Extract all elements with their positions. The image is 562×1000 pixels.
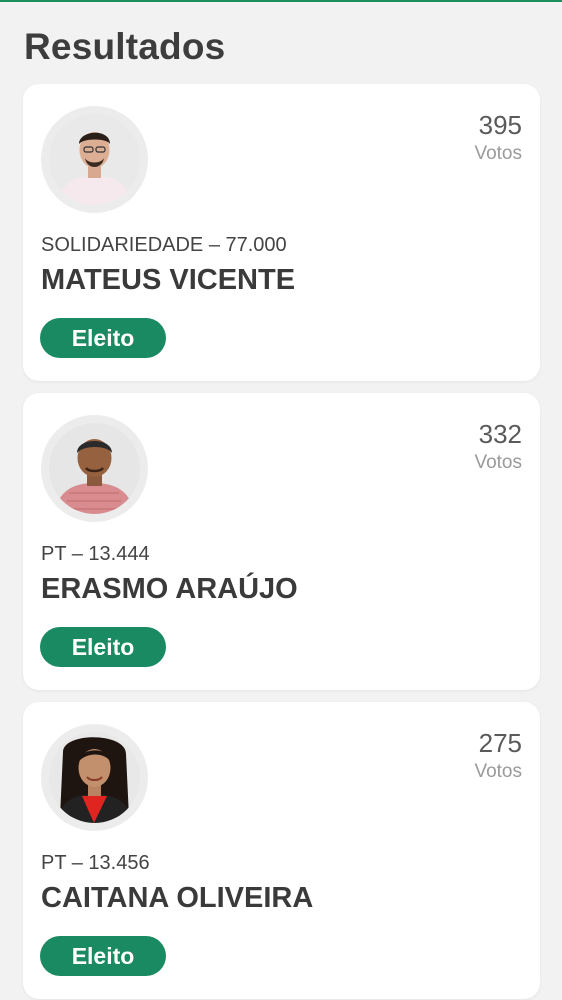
- votes-box: 395 Votos: [474, 110, 522, 165]
- candidate-photo-icon: [49, 732, 140, 823]
- candidate-name: ERASMO ARAÚJO: [41, 573, 298, 605]
- votes-count: 275: [478, 728, 522, 758]
- party-number: SOLIDARIEDADE – 77.000: [41, 234, 287, 256]
- votes-count: 395: [478, 110, 522, 140]
- votes-box: 332 Votos: [474, 419, 522, 474]
- party-number: PT – 13.456: [41, 852, 150, 874]
- party-number: PT – 13.444: [41, 543, 150, 565]
- candidate-photo-icon: [49, 114, 140, 205]
- votes-label: Votos: [474, 143, 522, 164]
- candidate-card[interactable]: 395 Votos SOLIDARIEDADE – 77.000 MATEUS …: [23, 84, 540, 381]
- avatar: [41, 415, 148, 522]
- status-badge: Eleito: [40, 936, 166, 976]
- status-badge: Eleito: [40, 627, 166, 667]
- votes-label: Votos: [474, 761, 522, 782]
- votes-count: 332: [478, 419, 522, 449]
- candidate-name: MATEUS VICENTE: [41, 264, 296, 296]
- avatar: [41, 106, 148, 213]
- avatar: [41, 724, 148, 831]
- page-title: Resultados: [24, 26, 226, 67]
- candidate-card[interactable]: 275 Votos PT – 13.456 CAITANA OLIVEIRA E…: [23, 702, 540, 999]
- top-accent-line: [0, 0, 562, 2]
- candidate-name: CAITANA OLIVEIRA: [41, 882, 314, 914]
- votes-box: 275 Votos: [474, 728, 522, 783]
- candidate-card[interactable]: 332 Votos PT – 13.444 ERASMO ARAÚJO Elei…: [23, 393, 540, 690]
- candidate-photo-icon: [49, 423, 140, 514]
- status-badge: Eleito: [40, 318, 166, 358]
- votes-label: Votos: [474, 452, 522, 473]
